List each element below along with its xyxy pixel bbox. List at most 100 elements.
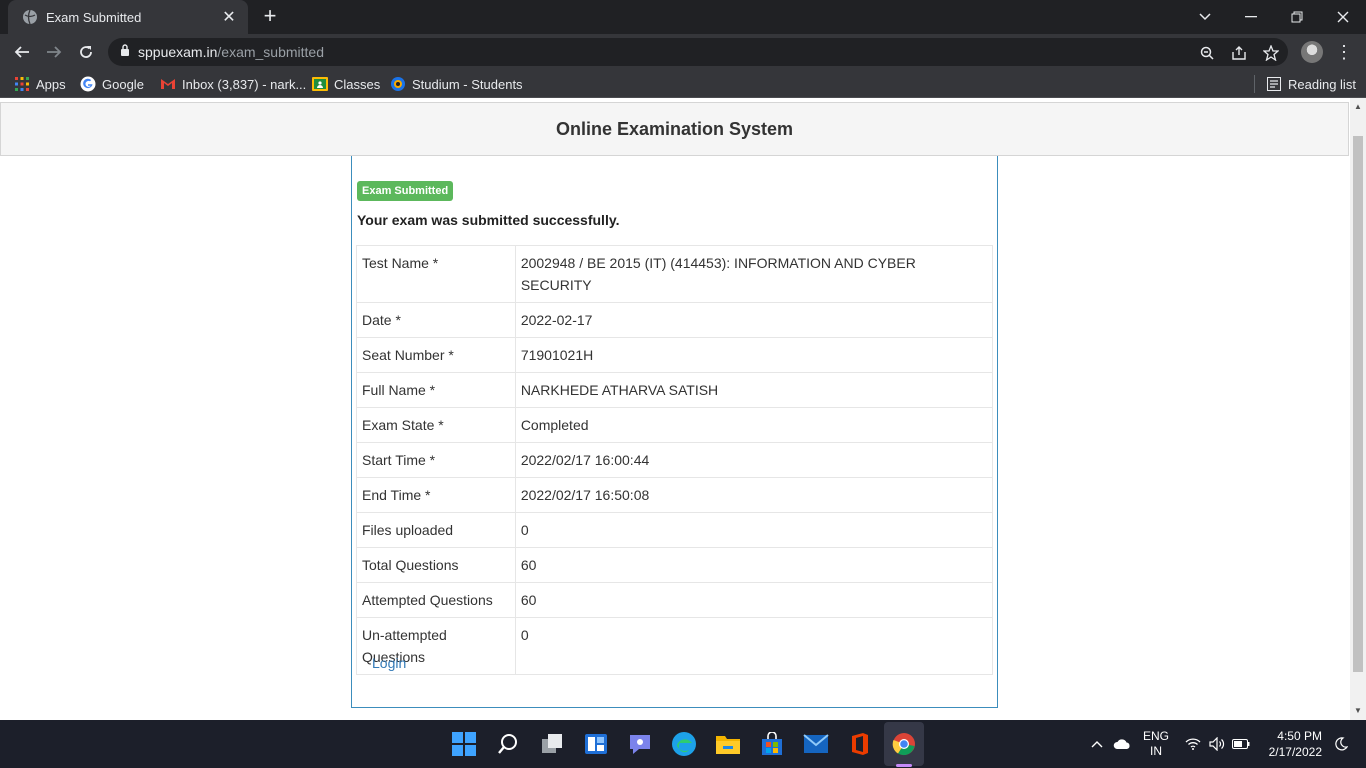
apps-grid-icon	[14, 76, 30, 92]
bookmarks-separator	[1254, 75, 1255, 93]
table-row: Files uploaded 0	[356, 512, 994, 548]
detail-value: 2022-02-17	[514, 302, 994, 338]
bookmark-label: Studium - Students	[412, 76, 523, 92]
vertical-scrollbar[interactable]: ▲ ▼	[1350, 98, 1366, 720]
mail-icon[interactable]	[802, 730, 830, 758]
search-icon[interactable]	[494, 730, 522, 758]
tab-close-icon[interactable]: ✕	[220, 7, 238, 27]
classroom-icon	[312, 76, 328, 92]
reading-list-button[interactable]: Reading list	[1266, 75, 1356, 93]
detail-key: End Time *	[356, 477, 516, 513]
detail-key: Files uploaded	[356, 512, 516, 548]
profile-avatar[interactable]	[1301, 41, 1323, 63]
clock-date: 2/17/2022	[1268, 745, 1322, 759]
browser-menu-icon[interactable]: ⋮	[1334, 38, 1354, 66]
zoom-icon[interactable]	[1196, 42, 1218, 64]
close-window-button[interactable]	[1320, 0, 1366, 34]
detail-value: 2022/02/17 16:00:44	[514, 442, 994, 478]
page-title: Online Examination System	[555, 118, 794, 139]
bookmarks-bar: Apps Google Inbox (3,837) - nark... Clas…	[0, 70, 1366, 98]
google-icon	[80, 76, 96, 92]
studium-icon	[390, 76, 406, 92]
detail-key: Test Name *	[356, 245, 516, 303]
teams-chat-icon[interactable]	[626, 730, 654, 758]
detail-value: 71901021H	[514, 337, 994, 373]
volume-icon[interactable]	[1206, 720, 1228, 768]
lock-icon	[120, 43, 130, 61]
reading-list-label: Reading list	[1288, 76, 1356, 92]
detail-key: Total Questions	[356, 547, 516, 583]
detail-value: 2022/02/17 16:50:08	[514, 477, 994, 513]
bookmark-classes[interactable]: Classes	[312, 75, 380, 93]
browser-titlebar: Exam Submitted ✕ +	[0, 0, 1366, 34]
table-row: Seat Number * 71901021H	[356, 337, 994, 373]
bookmark-google[interactable]: Google	[80, 75, 144, 93]
detail-value: NARKHEDE ATHARVA SATISH	[514, 372, 994, 408]
login-link[interactable]: Login	[372, 655, 406, 671]
table-row: Total Questions 60	[356, 547, 994, 583]
bookmark-inbox[interactable]: Inbox (3,837) - nark...	[160, 75, 306, 93]
task-view-icon[interactable]	[538, 730, 566, 758]
bookmark-apps[interactable]: Apps	[14, 75, 66, 93]
detail-value: 0	[514, 512, 994, 548]
active-app-indicator	[896, 764, 912, 767]
restore-button[interactable]	[1274, 0, 1320, 34]
page-viewport: Online Examination System Exam Submitted…	[0, 98, 1366, 720]
detail-value: 60	[514, 547, 994, 583]
bookmark-label: Classes	[334, 76, 381, 92]
detail-value: 0	[514, 617, 994, 675]
table-row: Date * 2022-02-17	[356, 302, 994, 338]
table-row: Attempted Questions 60	[356, 582, 994, 618]
tab-search-icon[interactable]	[1182, 0, 1228, 34]
show-hidden-icons-icon[interactable]	[1086, 720, 1108, 768]
url-path: /exam_submitted	[217, 44, 324, 60]
onedrive-icon[interactable]	[1110, 720, 1134, 768]
site-header: Online Examination System	[0, 102, 1349, 156]
detail-key: Seat Number *	[356, 337, 516, 373]
detail-key: Attempted Questions	[356, 582, 516, 618]
input-language-indicator[interactable]: ENG IN	[1138, 720, 1174, 768]
minimize-button[interactable]	[1228, 0, 1274, 34]
reload-icon[interactable]	[72, 38, 100, 66]
table-row: End Time * 2022/02/17 16:50:08	[356, 477, 994, 513]
forward-arrow-icon[interactable]	[40, 38, 68, 66]
scroll-down-icon[interactable]: ▼	[1353, 706, 1363, 716]
star-icon[interactable]	[1260, 42, 1282, 64]
reading-list-icon	[1266, 76, 1282, 92]
table-row: Full Name * NARKHEDE ATHARVA SATISH	[356, 372, 994, 408]
edge-icon[interactable]	[670, 730, 698, 758]
battery-icon[interactable]	[1230, 720, 1252, 768]
region-label: IN	[1149, 744, 1162, 758]
address-bar[interactable]: sppuexam.in/exam_submitted	[108, 38, 1288, 66]
microsoft-store-icon[interactable]	[758, 730, 786, 758]
back-arrow-icon[interactable]	[8, 38, 36, 66]
table-row: Start Time * 2022/02/17 16:00:44	[356, 442, 994, 478]
exam-result-panel: Exam Submitted Your exam was submitted s…	[351, 156, 998, 708]
success-message: Your exam was submitted successfully.	[357, 212, 620, 228]
gmail-icon	[160, 76, 176, 92]
detail-value: 60	[514, 582, 994, 618]
office-icon[interactable]	[846, 730, 874, 758]
table-row: Exam State * Completed	[356, 407, 994, 443]
taskbar-clock[interactable]: 4:50 PM 2/17/2022	[1258, 728, 1322, 760]
detail-value: 2002948 / BE 2015 (IT) (414453): INFORMA…	[514, 245, 994, 303]
browser-tab[interactable]: Exam Submitted ✕	[8, 0, 248, 34]
tab-title: Exam Submitted	[46, 9, 142, 25]
scroll-up-icon[interactable]: ▲	[1353, 102, 1363, 112]
detail-key: Full Name *	[356, 372, 516, 408]
detail-key: Date *	[356, 302, 516, 338]
file-explorer-icon[interactable]	[714, 730, 742, 758]
scrollbar-thumb[interactable]	[1353, 136, 1363, 672]
notification-moon-icon[interactable]	[1328, 720, 1354, 768]
windows-start-icon[interactable]	[450, 730, 478, 758]
share-icon[interactable]	[1228, 42, 1250, 64]
chrome-icon[interactable]	[890, 730, 918, 758]
table-row: Un-attempted Questions 0	[356, 617, 994, 675]
globe-icon	[22, 9, 38, 25]
widgets-icon[interactable]	[582, 730, 610, 758]
bookmark-studium[interactable]: Studium - Students	[390, 75, 523, 93]
clock-time: 4:50 PM	[1277, 729, 1322, 743]
wifi-icon[interactable]	[1182, 720, 1204, 768]
new-tab-button[interactable]: +	[258, 5, 282, 29]
detail-value: Completed	[514, 407, 994, 443]
